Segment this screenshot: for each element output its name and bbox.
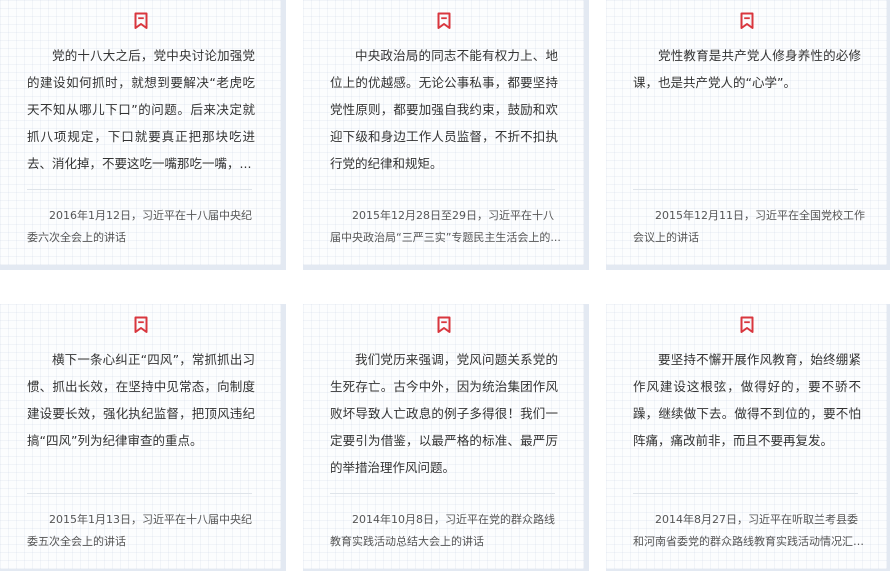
- quote-text: 党性教育是共产党人修身养性的必修课，也是共产党人的“心学”。: [633, 48, 861, 90]
- quote-card[interactable]: 党性教育是共产党人修身养性的必修课，也是共产党人的“心学”。 2015年12月1…: [606, 0, 890, 270]
- divider: [330, 189, 555, 190]
- quote-card[interactable]: 中央政治局的同志不能有权力上、地位上的优越感。无论公事私事，都要坚持党性原则，都…: [303, 0, 589, 270]
- divider: [633, 493, 858, 494]
- quote-card[interactable]: 我们党历来强调，党风问题关系党的生死存亡。古今中外，因为统治集团作风败坏导致人亡…: [303, 304, 589, 571]
- quote-card[interactable]: 要坚持不懈开展作风教育，始终绷紧作风建设这根弦，做得好的，要不骄不躁，继续做下去…: [606, 304, 890, 571]
- quote-text: 中央政治局的同志不能有权力上、地位上的优越感。无论公事私事，都要坚持党性原则，都…: [330, 48, 558, 171]
- divider: [633, 189, 858, 190]
- bookmark-icon[interactable]: [303, 316, 584, 334]
- bookmark-icon[interactable]: [606, 12, 887, 30]
- quote-source: 2016年1月12日，习近平在十八届中央纪委六次全会上的讲话: [27, 209, 252, 244]
- divider: [27, 189, 252, 190]
- quote-source: 2015年12月28日至29日，习近平在十八届中央政治局“三严三实”专题民主生活…: [330, 209, 561, 244]
- quote-source: 2015年1月13日，习近平在十八届中央纪委五次全会上的讲话: [27, 513, 252, 548]
- quote-card[interactable]: 横下一条心纠正“四风”，常抓抓出习惯、抓出长效，在坚持中见常态，向制度建设要长效…: [0, 304, 286, 571]
- bookmark-icon[interactable]: [303, 12, 584, 30]
- quote-source: 2015年12月11日，习近平在全国党校工作会议上的讲话: [633, 209, 865, 244]
- bookmark-icon[interactable]: [0, 316, 281, 334]
- quote-text: 我们党历来强调，党风问题关系党的生死存亡。古今中外，因为统治集团作风败坏导致人亡…: [330, 352, 558, 475]
- quote-text: 要坚持不懈开展作风教育，始终绷紧作风建设这根弦，做得好的，要不骄不躁，继续做下去…: [633, 352, 861, 448]
- quote-card[interactable]: 党的十八大之后，党中央讨论加强党的建设如何抓时，就想到要解决“老虎吃天不知从哪儿…: [0, 0, 286, 270]
- divider: [330, 493, 555, 494]
- quote-source: 2014年10月8日，习近平在党的群众路线教育实践活动总结大会上的讲话: [330, 513, 555, 548]
- quote-source: 2014年8月27日，习近平在听取兰考县委和河南省委党的群众路线教育实践活动情况…: [633, 513, 858, 548]
- quote-text: 横下一条心纠正“四风”，常抓抓出习惯、抓出长效，在坚持中见常态，向制度建设要长效…: [27, 352, 255, 448]
- divider: [27, 493, 252, 494]
- quote-text: 党的十八大之后，党中央讨论加强党的建设如何抓时，就想到要解决“老虎吃天不知从哪儿…: [27, 48, 255, 171]
- bookmark-icon[interactable]: [0, 12, 281, 30]
- quote-card-grid: 党的十八大之后，党中央讨论加强党的建设如何抓时，就想到要解决“老虎吃天不知从哪儿…: [0, 0, 890, 571]
- bookmark-icon[interactable]: [606, 316, 887, 334]
